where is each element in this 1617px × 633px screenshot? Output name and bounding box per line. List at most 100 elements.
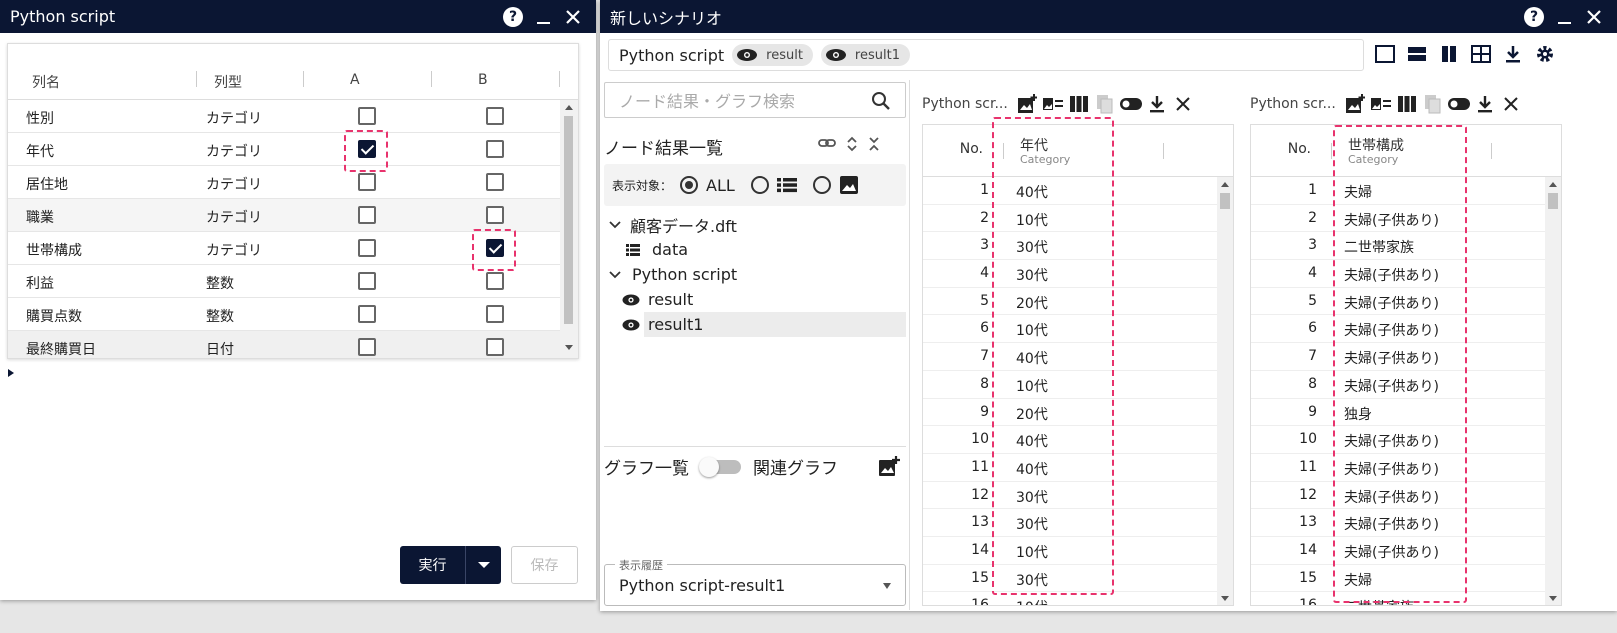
help-icon[interactable]: ? xyxy=(500,4,526,30)
columns-layout-icon[interactable] xyxy=(1436,41,1462,67)
chip-result[interactable]: result xyxy=(732,44,813,66)
tree-result1-label: result1 xyxy=(644,312,906,337)
run-dropdown-icon[interactable] xyxy=(466,546,501,584)
checkbox-b[interactable] xyxy=(486,206,504,224)
tree-data[interactable]: data xyxy=(604,237,906,262)
checkbox-a[interactable] xyxy=(358,305,376,323)
tree-result-label: result xyxy=(648,290,694,309)
grid-layout-icon[interactable] xyxy=(1468,41,1494,67)
expand-arrow-icon[interactable] xyxy=(8,369,14,377)
close-icon[interactable] xyxy=(1498,91,1524,117)
table-row: 最終購買日 日付 xyxy=(8,331,562,358)
save-button[interactable]: 保存 xyxy=(511,546,578,584)
run-label[interactable]: 実行 xyxy=(400,546,466,584)
dropdown-arrow-icon xyxy=(883,583,891,589)
related-graph-toggle[interactable] xyxy=(699,456,741,477)
image-list-icon[interactable] xyxy=(1040,91,1066,117)
toggle-icon[interactable] xyxy=(1446,91,1472,117)
table-header: 列名 列型 A B xyxy=(8,44,578,100)
table-row: 購買点数 整数 xyxy=(8,298,562,331)
checkbox-b[interactable] xyxy=(486,305,504,323)
columns-icon[interactable] xyxy=(1394,91,1420,117)
close-icon[interactable] xyxy=(1581,4,1607,30)
gear-icon[interactable] xyxy=(1532,41,1558,67)
table-scrollbar[interactable] xyxy=(560,100,578,358)
add-image-icon[interactable] xyxy=(1014,91,1040,117)
download-icon[interactable] xyxy=(1144,91,1170,117)
checkbox-a[interactable] xyxy=(358,206,376,224)
scenario-titlebar: 新しいシナリオ ? xyxy=(600,0,1617,33)
checkbox-b[interactable] xyxy=(486,107,504,125)
col-type-cell: 日付 xyxy=(206,342,234,358)
minimize-icon[interactable] xyxy=(1551,4,1577,30)
download-icon[interactable] xyxy=(1472,91,1498,117)
header-b: B xyxy=(478,72,488,88)
row-number: 13 xyxy=(1299,514,1317,531)
row-number: 15 xyxy=(971,569,989,586)
link-icon[interactable] xyxy=(818,136,836,150)
checkbox-b[interactable] xyxy=(486,140,504,158)
header-a: A xyxy=(350,72,360,88)
close-icon[interactable] xyxy=(1170,91,1196,117)
search-input[interactable]: ノード結果・グラフ検索 xyxy=(604,82,906,118)
radio-image[interactable] xyxy=(812,176,831,194)
copy-icon[interactable] xyxy=(1420,91,1446,117)
checkbox-a[interactable] xyxy=(358,272,376,290)
grid-scrollbar[interactable] xyxy=(1545,177,1561,605)
table-row: 職業 カテゴリ xyxy=(8,199,562,232)
panel-header: Python scr... xyxy=(1250,84,1564,124)
highlight-household-column xyxy=(1333,125,1467,603)
toggle-icon[interactable] xyxy=(1118,91,1144,117)
panel-title: Python scr... xyxy=(922,96,1008,112)
column-table: 列名 列型 A B 性別 カテゴリ 年代 カテゴリ 居住地 カテゴリ 職業 カテ… xyxy=(7,43,579,359)
eye-icon xyxy=(622,319,640,330)
radio-all[interactable] xyxy=(680,176,699,194)
col-type-cell: 整数 xyxy=(206,276,234,292)
checkbox-a[interactable] xyxy=(358,107,376,125)
panel-title: Python scr... xyxy=(1250,96,1336,112)
chip-label: result xyxy=(766,47,803,63)
grid-scrollbar[interactable] xyxy=(1217,177,1233,605)
radio-table[interactable] xyxy=(750,176,769,194)
minimize-icon[interactable] xyxy=(530,4,556,30)
expand-all-icon[interactable] xyxy=(846,136,858,152)
image-list-icon[interactable] xyxy=(1368,91,1394,117)
run-button[interactable]: 実行 xyxy=(400,546,501,584)
columns-icon[interactable] xyxy=(1066,91,1092,117)
tree-result1[interactable]: result1 xyxy=(604,312,906,337)
tree-file[interactable]: 顧客データ.dft xyxy=(604,212,906,237)
scenario-window: 新しいシナリオ ? Python script result result1 ノ… xyxy=(600,0,1617,611)
close-icon[interactable] xyxy=(560,4,586,30)
checkbox-a[interactable] xyxy=(358,173,376,191)
checkbox-a[interactable] xyxy=(358,338,376,356)
col-name-cell: 利益 xyxy=(26,276,54,292)
node-tree: 顧客データ.dft data Python script result resu… xyxy=(604,212,906,337)
table-list-icon xyxy=(776,178,797,193)
checkbox-b[interactable] xyxy=(486,338,504,356)
checkbox-b[interactable] xyxy=(486,272,504,290)
add-image-icon[interactable] xyxy=(878,455,900,478)
layout-tools xyxy=(1372,41,1558,67)
table-icon xyxy=(626,243,640,256)
eye-icon xyxy=(825,49,846,61)
graph-list-row: グラフ一覧 関連グラフ xyxy=(604,446,906,486)
col-name-cell: 購買点数 xyxy=(26,309,82,325)
checkbox-b[interactable] xyxy=(486,173,504,191)
tree-script[interactable]: Python script xyxy=(604,262,906,287)
single-layout-icon[interactable] xyxy=(1372,41,1398,67)
row-number: 9 xyxy=(980,403,989,420)
copy-icon[interactable] xyxy=(1092,91,1118,117)
rows-layout-icon[interactable] xyxy=(1404,41,1430,67)
collapse-all-icon[interactable] xyxy=(868,136,880,152)
checkbox-a[interactable] xyxy=(358,239,376,257)
col-type-cell: カテゴリ xyxy=(206,111,262,127)
help-icon[interactable]: ? xyxy=(1521,4,1547,30)
add-image-icon[interactable] xyxy=(1342,91,1368,117)
no-header: No. xyxy=(1287,141,1311,157)
history-select[interactable]: 表示履歴 Python script-result1 xyxy=(604,557,906,606)
chip-result1[interactable]: result1 xyxy=(820,44,910,66)
tree-result[interactable]: result xyxy=(604,287,906,312)
row-number: 2 xyxy=(1308,209,1317,226)
row-number: 5 xyxy=(1308,292,1317,309)
download-icon[interactable] xyxy=(1500,41,1526,67)
